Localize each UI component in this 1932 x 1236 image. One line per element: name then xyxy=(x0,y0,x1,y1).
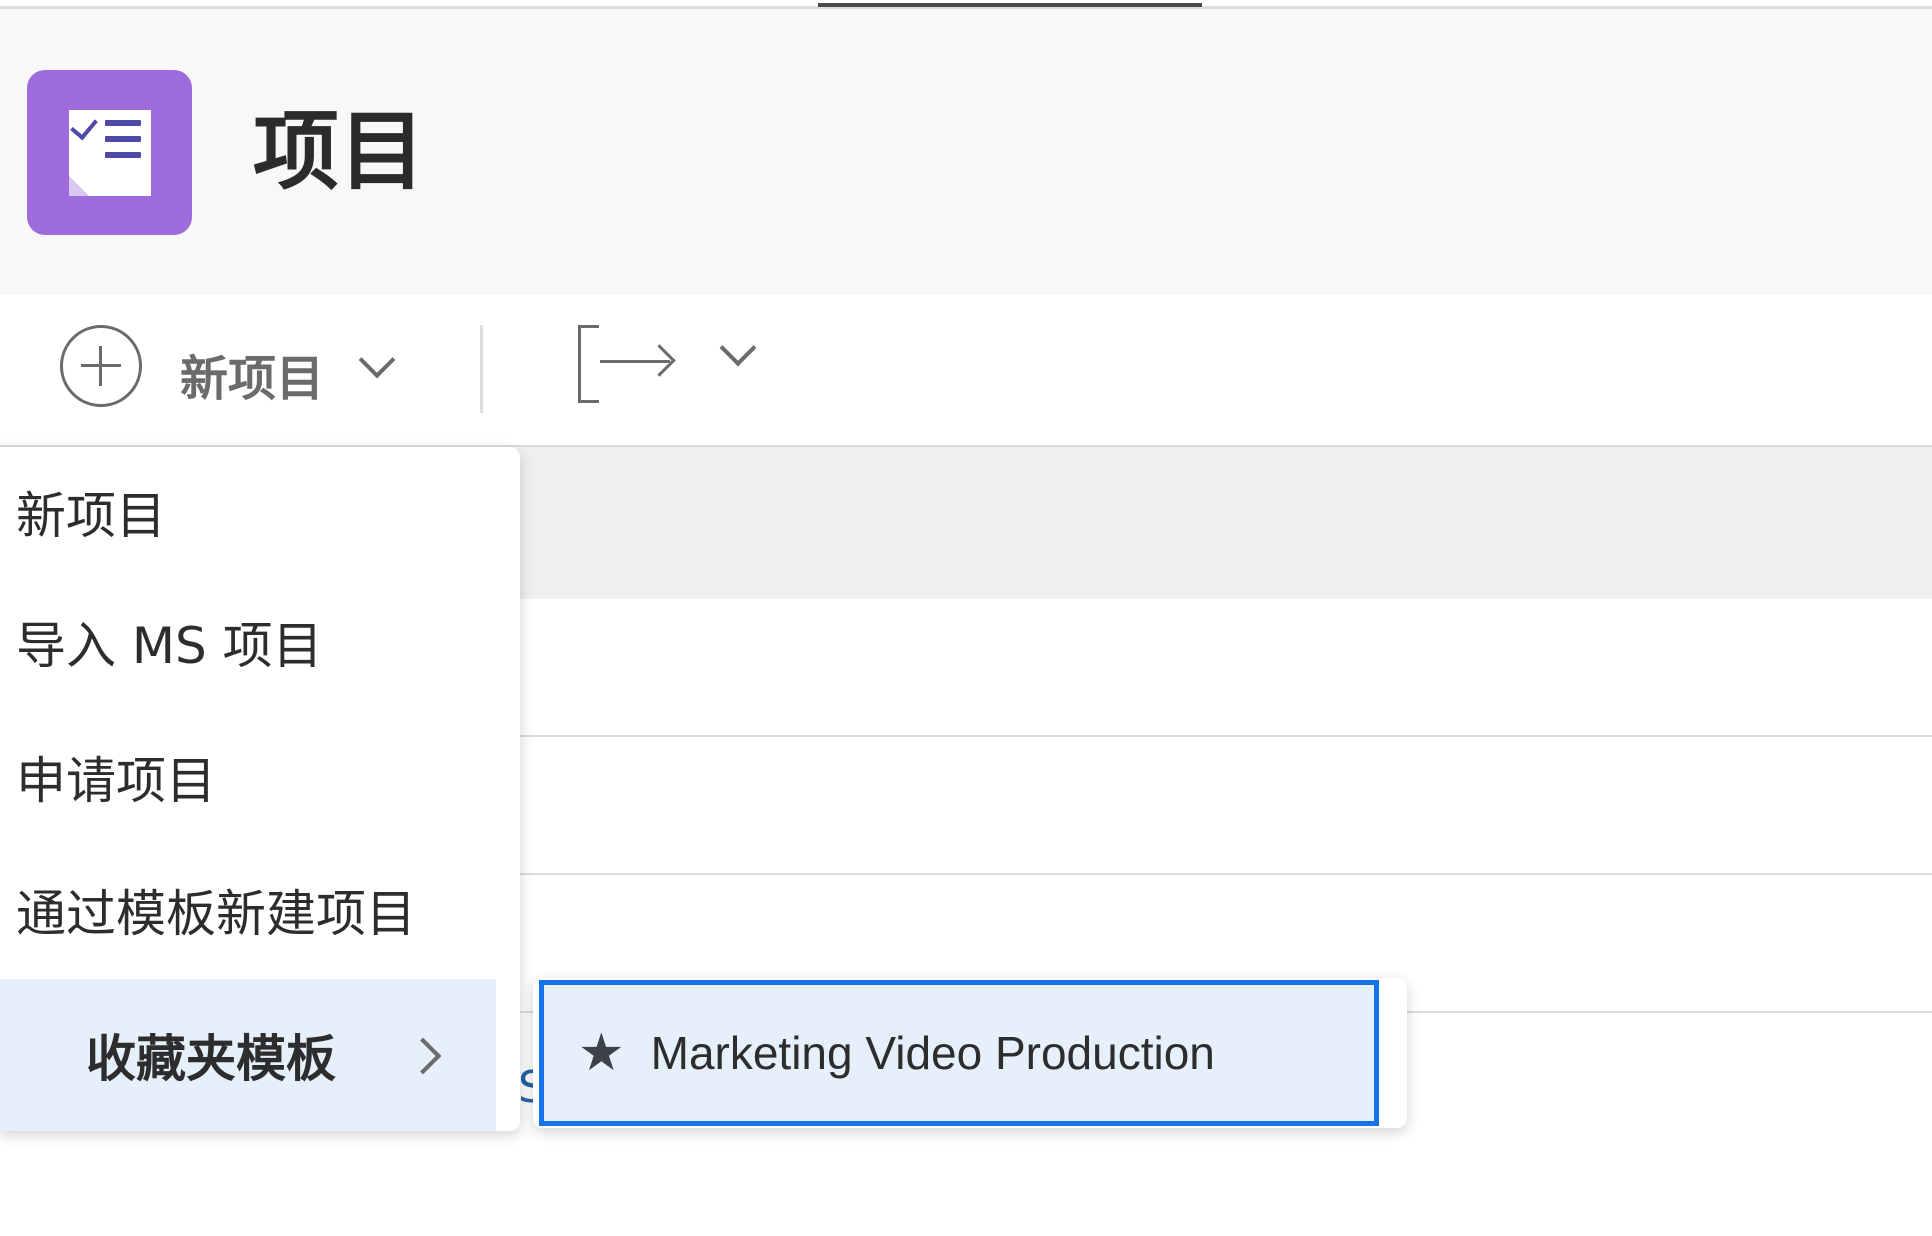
export-button[interactable] xyxy=(578,325,678,405)
new-project-button[interactable]: 新项目 xyxy=(60,325,410,409)
menu-item-request-project[interactable]: 申请项目 xyxy=(0,712,496,842)
menu-item-favorite-templates[interactable]: 收藏夹模板 xyxy=(0,979,496,1131)
menu-item-import-ms-project[interactable]: 导入 MS 项目 xyxy=(0,577,496,707)
export-dropdown-button[interactable] xyxy=(715,329,765,385)
export-icon xyxy=(578,325,599,403)
chevron-down-icon xyxy=(719,329,757,367)
toolbar-divider xyxy=(480,325,483,413)
chevron-down-icon xyxy=(358,341,396,379)
menu-item-label: 收藏夹模板 xyxy=(86,1030,336,1088)
projects-app-icon xyxy=(27,70,192,235)
star-icon: ★ xyxy=(578,1023,625,1083)
page-title: 项目 xyxy=(253,102,425,202)
page-header: 项目 xyxy=(0,9,1932,295)
toolbar: 新项目 xyxy=(0,295,1932,447)
new-project-dropdown-menu: 新项目 导入 MS 项目 申请项目 通过模板新建项目 收藏夹模板 xyxy=(0,447,520,1131)
chevron-right-icon xyxy=(404,1037,442,1075)
active-tab-indicator xyxy=(818,3,1202,7)
menu-item-new-from-template[interactable]: 通过模板新建项目 xyxy=(0,845,496,975)
template-label: Marketing Video Production xyxy=(650,1027,1215,1079)
template-marketing-video-production[interactable]: ★ Marketing Video Production xyxy=(539,980,1379,1126)
new-project-label: 新项目 xyxy=(180,351,325,407)
favorite-templates-submenu: ★ Marketing Video Production xyxy=(533,978,1407,1128)
menu-item-new-project[interactable]: 新项目 xyxy=(0,447,496,577)
plus-circle-icon xyxy=(60,325,142,407)
